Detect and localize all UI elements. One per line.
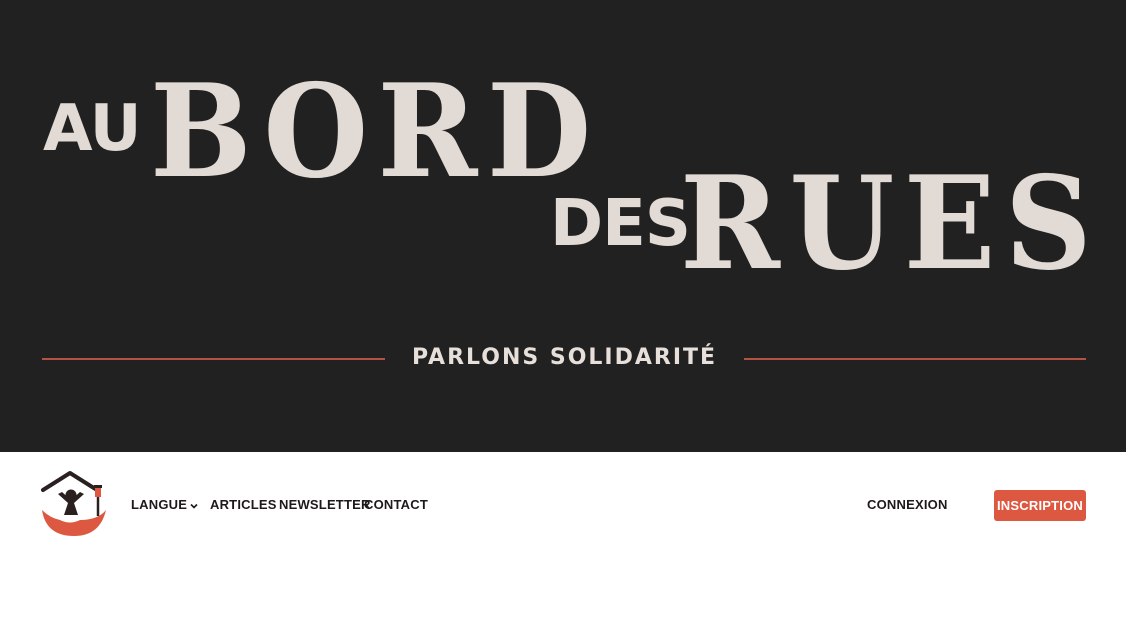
- chevron-down-icon: [190, 503, 198, 509]
- tagline-divider-left: [42, 358, 385, 360]
- nav-newsletter-link[interactable]: NEWSLETTER: [279, 497, 371, 512]
- nav-contact-link[interactable]: CONTACT: [364, 497, 428, 512]
- title-word-rues: RUES: [680, 149, 1102, 299]
- nav-articles-link[interactable]: ARTICLES: [210, 497, 277, 512]
- title-word-au: AU: [43, 92, 142, 166]
- tagline: PARLONS SOLIDARITÉ: [411, 345, 718, 370]
- title-word-des: DES: [550, 187, 691, 261]
- nav-langue-dropdown[interactable]: LANGUE: [131, 497, 198, 512]
- tagline-divider-right: [744, 358, 1086, 360]
- hero-banner: AU BORD DES RUES PARLONS SOLIDARITÉ: [0, 0, 1126, 452]
- signup-button[interactable]: INSCRIPTION: [994, 490, 1086, 521]
- nav-langue-label: LANGUE: [131, 497, 188, 512]
- title-word-bord: BORD: [150, 57, 601, 207]
- house-hand-person-logo-icon[interactable]: [40, 470, 108, 540]
- login-link[interactable]: CONNEXION: [867, 497, 948, 512]
